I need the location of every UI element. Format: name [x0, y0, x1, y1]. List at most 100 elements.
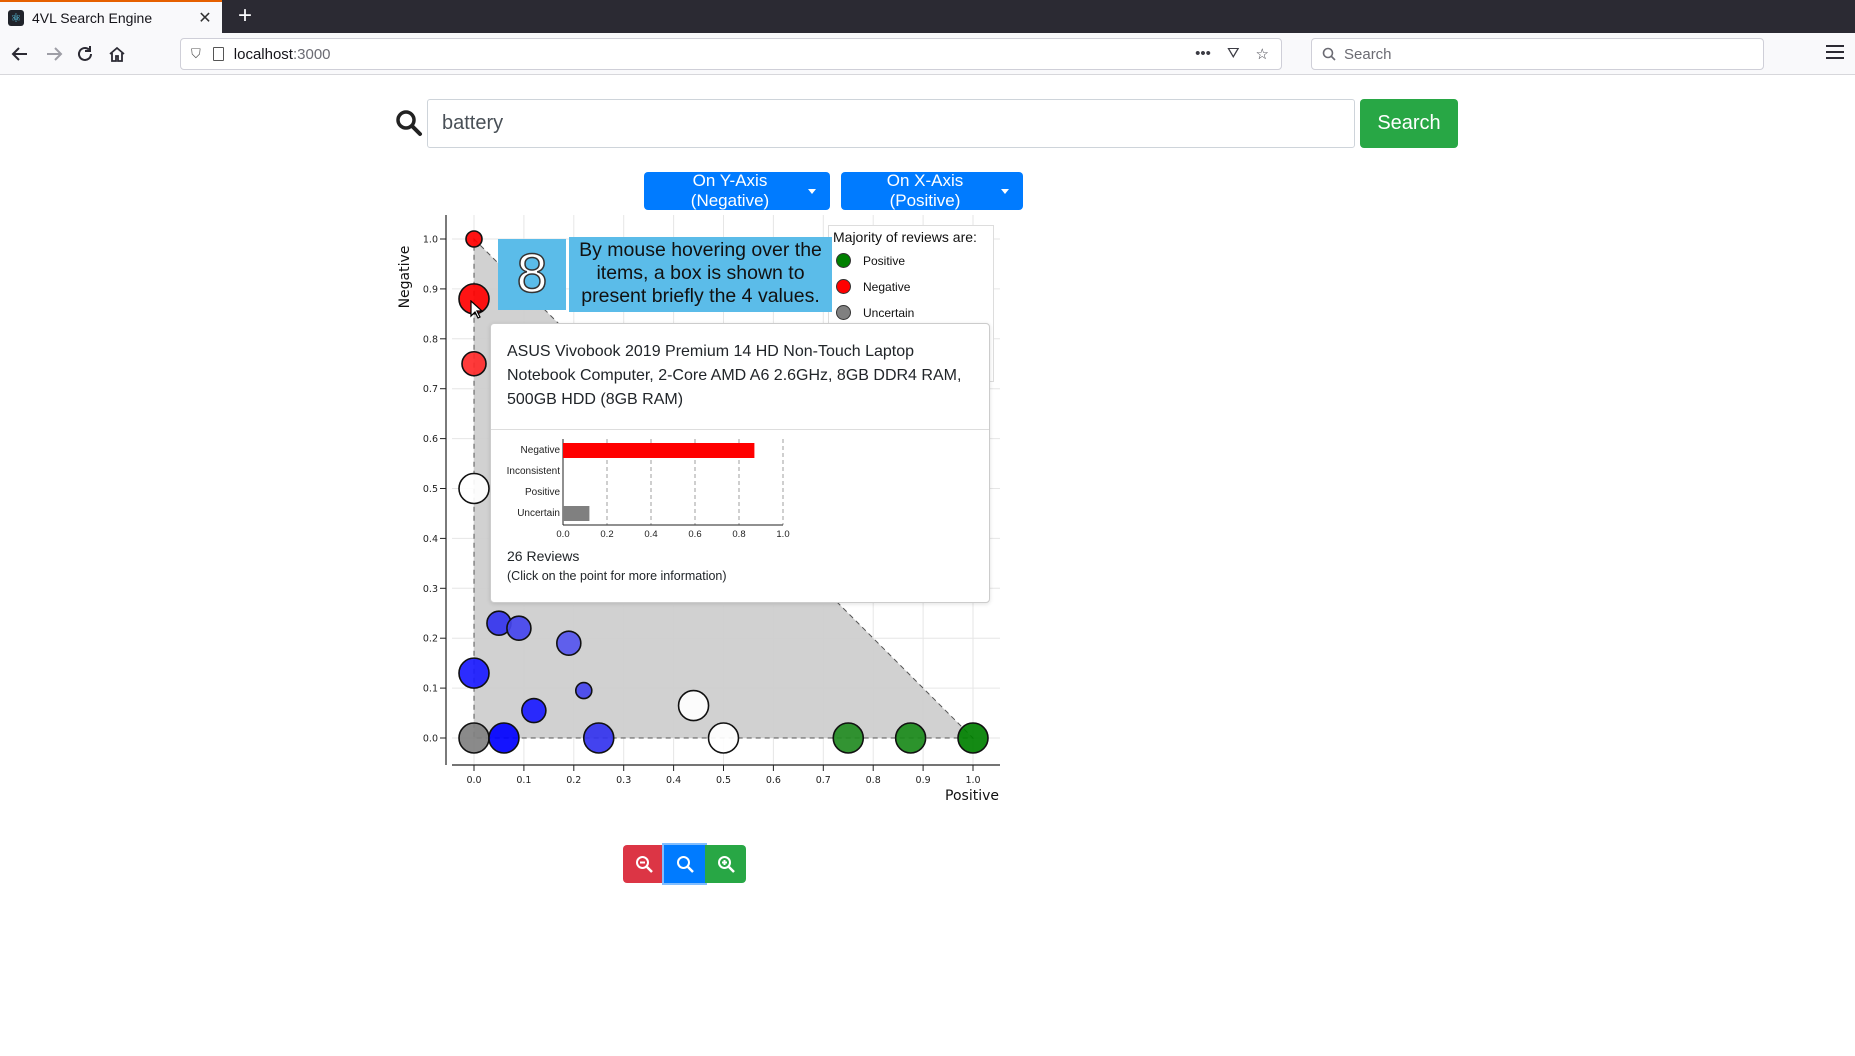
url-port: :3000: [292, 45, 331, 63]
mini-tick-label: 0.4: [644, 529, 657, 540]
scatter-point[interactable]: [582, 722, 615, 754]
scatter-point[interactable]: [458, 657, 490, 689]
new-tab-icon[interactable]: +: [232, 3, 258, 29]
legend-title: Majority of reviews are:: [833, 229, 977, 245]
reload-icon[interactable]: [73, 42, 97, 66]
tooltip-hint: (Click on the point for more information…: [507, 569, 727, 583]
mini-tick-label: 0.8: [732, 529, 745, 540]
mini-bar-label: Positive: [525, 487, 560, 498]
x-axis-label: Positive: [945, 788, 999, 804]
bookmark-star-icon[interactable]: ☆: [1256, 45, 1269, 63]
mini-tick-label: 1.0: [776, 529, 789, 540]
zoom-reset-button[interactable]: [662, 843, 707, 885]
caret-down-icon: [808, 188, 816, 194]
y-tick-label: 0.8: [423, 334, 438, 345]
scatter-point[interactable]: [465, 230, 483, 248]
legend-dot-negative: [836, 279, 851, 294]
forward-icon[interactable]: [42, 42, 66, 66]
scatter-point[interactable]: [488, 722, 520, 754]
shield-icon[interactable]: ⛉: [191, 46, 201, 62]
page-icon: [212, 47, 224, 61]
scatter-point[interactable]: [707, 722, 740, 754]
mini-bar-label: Negative: [521, 445, 561, 456]
legend-item-uncertain: Uncertain: [836, 305, 914, 320]
zoom-out-icon: [635, 856, 653, 873]
y-tick-label: 0.5: [423, 484, 438, 495]
search-glass-icon: [1322, 47, 1336, 61]
mini-tick-label: 0.2: [600, 529, 613, 540]
back-icon[interactable]: [8, 42, 32, 66]
tab-title: 4VL Search Engine: [32, 9, 153, 26]
caret-down-icon: [1001, 188, 1009, 194]
x-tick-label: 0.1: [516, 775, 531, 786]
mini-tick-label: 0.0: [556, 529, 569, 540]
search-button[interactable]: Search: [1360, 99, 1458, 148]
callout-text: By mouse hovering over the items, a box …: [569, 237, 832, 312]
search-input[interactable]: [427, 99, 1355, 148]
browser-nav-bar: ⛉ localhost:3000 ••• ⛛ ☆ Search: [0, 33, 1855, 75]
legend-label-uncertain: Uncertain: [863, 305, 915, 320]
scatter-point[interactable]: [957, 722, 989, 754]
y-tick-label: 0.4: [423, 534, 438, 545]
scatter-point[interactable]: [574, 681, 593, 700]
mini-bar: [563, 443, 755, 458]
x-tick-label: 0.9: [916, 775, 931, 786]
x-tick-label: 0.6: [766, 775, 781, 786]
tooltip-divider: [491, 429, 989, 430]
tooltip-bar-chart: 0.0 0.2 0.4 0.6 0.8 1.0 Negative Inconsistent Po…: [507, 439, 790, 540]
url-bar[interactable]: ⛉ localhost:3000 ••• ⛛ ☆: [180, 38, 1282, 70]
scatter-point[interactable]: [458, 722, 490, 754]
x-tick-label: 0.3: [616, 775, 631, 786]
tooltip-review-count: 26 Reviews: [507, 548, 580, 564]
hamburger-menu-icon[interactable]: [1826, 45, 1844, 61]
legend-dot-positive: [836, 253, 851, 268]
react-favicon-icon: ⚛: [8, 9, 24, 26]
scatter-point[interactable]: [677, 689, 710, 722]
browser-tab[interactable]: ⚛ 4VL Search Engine ✕: [0, 0, 222, 33]
y-tick-label: 0.3: [423, 584, 438, 595]
x-tick-label: 0.5: [716, 775, 731, 786]
y-tick-label: 0.1: [423, 684, 438, 695]
mini-tick-label: 0.6: [688, 529, 701, 540]
home-icon[interactable]: [105, 42, 129, 66]
mini-bar-label: Inconsistent: [507, 466, 561, 477]
y-tick-label: 0.6: [423, 434, 438, 445]
legend-label-positive: Positive: [863, 253, 906, 268]
pocket-icon[interactable]: ⛛: [1227, 45, 1240, 63]
legend-label-negative: Negative: [863, 279, 911, 294]
browser-tab-bar: ⚛ 4VL Search Engine ✕ +: [0, 0, 1855, 33]
browser-search-placeholder: Search: [1344, 45, 1392, 63]
scatter-point[interactable]: [458, 472, 490, 505]
zoom-in-icon: [717, 856, 735, 873]
mini-bar-label: Uncertain: [517, 508, 560, 519]
scatter-point[interactable]: [556, 630, 582, 656]
scatter-point[interactable]: [832, 722, 865, 754]
mouse-cursor-icon: [470, 300, 484, 319]
callout-number: 8: [498, 239, 566, 310]
hover-tooltip: ASUS Vivobook 2019 Premium 14 HD Non-Tou…: [490, 323, 990, 603]
y-tick-label: 0.9: [423, 284, 438, 295]
scatter-point[interactable]: [506, 615, 532, 642]
x-tick-label: 0.0: [466, 775, 481, 786]
legend-item-positive: Positive: [836, 253, 905, 268]
y-tick-label: 1.0: [423, 235, 438, 246]
x-tick-label: 0.2: [566, 775, 581, 786]
x-tick-label: 1.0: [965, 775, 980, 786]
page-actions-icon[interactable]: •••: [1195, 45, 1211, 63]
scatter-point[interactable]: [894, 722, 927, 754]
tooltip-product-title: ASUS Vivobook 2019 Premium 14 HD Non-Tou…: [507, 343, 962, 408]
close-tab-icon[interactable]: ✕: [196, 8, 214, 28]
x-tick-label: 0.4: [666, 775, 681, 786]
browser-search-bar[interactable]: Search: [1311, 38, 1764, 70]
y-axis-label: Negative: [397, 246, 413, 309]
search-reset-icon: [676, 856, 694, 873]
y-tick-label: 0.2: [423, 634, 438, 645]
legend-dot-uncertain: [836, 305, 851, 320]
scatter-point[interactable]: [521, 697, 547, 724]
x-tick-label: 0.8: [866, 775, 881, 786]
zoom-in-button[interactable]: [705, 845, 746, 883]
zoom-out-button[interactable]: [623, 845, 664, 883]
x-tick-label: 0.7: [816, 775, 831, 786]
mini-bar: [563, 506, 590, 521]
scatter-point[interactable]: [461, 350, 487, 377]
